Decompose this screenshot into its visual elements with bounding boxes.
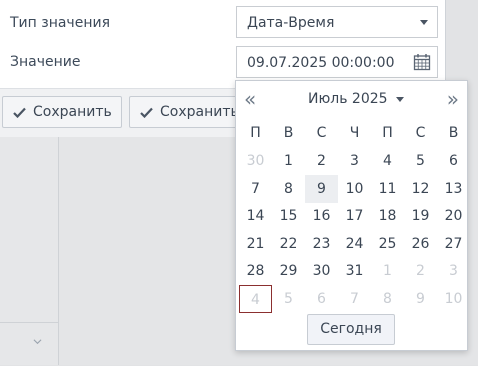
day-cell[interactable]: 15 xyxy=(272,202,305,230)
save-and-close-button-label: Сохранить xyxy=(160,104,239,120)
caret-down-icon[interactable] xyxy=(396,97,404,102)
type-select[interactable]: Дата-Время xyxy=(236,6,438,38)
today-button[interactable]: Сегодня xyxy=(307,314,395,345)
calendar-icon[interactable] xyxy=(413,53,431,71)
day-cell[interactable]: 29 xyxy=(272,257,305,285)
weekday-label: В xyxy=(448,125,459,141)
day-cell[interactable]: 8 xyxy=(371,285,404,313)
day-cell[interactable]: 14 xyxy=(239,202,272,230)
background-side-panel-footer xyxy=(0,322,58,366)
save-button[interactable]: Сохранить xyxy=(2,96,122,128)
day-cell[interactable]: 22 xyxy=(272,230,305,258)
datepicker-header: « Июль 2025 » xyxy=(236,81,467,119)
day-cell[interactable]: 2 xyxy=(305,147,338,175)
weekday-label: В xyxy=(283,125,294,141)
day-cell[interactable]: 26 xyxy=(404,230,437,258)
chevron-down-icon[interactable] xyxy=(33,337,42,346)
day-cell[interactable]: 6 xyxy=(437,147,470,175)
day-cell-today[interactable]: 4 xyxy=(239,284,272,313)
weekday-label: Ч xyxy=(349,125,360,141)
day-cell[interactable]: 12 xyxy=(404,175,437,203)
day-cell[interactable]: 13 xyxy=(437,175,470,203)
day-cell-selected[interactable]: 9 xyxy=(305,174,338,203)
day-cell[interactable]: 7 xyxy=(338,285,371,313)
day-cell[interactable]: 25 xyxy=(371,230,404,258)
caret-down-icon xyxy=(420,20,428,25)
day-cell[interactable]: 23 xyxy=(305,230,338,258)
day-cell[interactable]: 19 xyxy=(404,202,437,230)
day-cell[interactable]: 5 xyxy=(404,147,437,175)
day-cell[interactable]: 6 xyxy=(305,285,338,313)
day-cell[interactable]: 3 xyxy=(338,147,371,175)
save-and-close-button[interactable]: Сохранить xyxy=(129,96,249,128)
day-cell[interactable]: 18 xyxy=(371,202,404,230)
day-cell[interactable]: 17 xyxy=(338,202,371,230)
day-cell[interactable]: 10 xyxy=(338,175,371,203)
day-cell[interactable]: 27 xyxy=(437,230,470,258)
day-cell[interactable]: 16 xyxy=(305,202,338,230)
datepicker-footer: Сегодня xyxy=(236,311,467,351)
next-month-button[interactable]: » xyxy=(447,88,459,110)
day-cell[interactable]: 7 xyxy=(239,175,272,203)
month-year-selector[interactable]: Июль 2025 xyxy=(308,91,388,107)
day-cell[interactable]: 1 xyxy=(371,257,404,285)
day-cell[interactable]: 8 xyxy=(272,175,305,203)
type-select-value: Дата-Время xyxy=(247,15,335,31)
day-cell[interactable]: 5 xyxy=(272,285,305,313)
weekday-label: С xyxy=(316,125,327,141)
day-cell[interactable]: 4 xyxy=(371,147,404,175)
datetime-input[interactable]: 09.07.2025 00:00:00 xyxy=(236,46,438,78)
weekday-label: С xyxy=(415,125,426,141)
value-label: Значение xyxy=(10,54,81,70)
day-cell[interactable]: 9 xyxy=(404,285,437,313)
checkmark-icon xyxy=(13,107,26,118)
day-cell[interactable]: 11 xyxy=(371,175,404,203)
weekday-label: П xyxy=(382,125,393,141)
type-label: Тип значения xyxy=(10,15,110,31)
day-cell[interactable]: 24 xyxy=(338,230,371,258)
day-cell[interactable]: 1 xyxy=(272,147,305,175)
day-cell[interactable]: 21 xyxy=(239,230,272,258)
save-button-label: Сохранить xyxy=(33,104,112,120)
weekday-header-row: ПВСЧПСВ xyxy=(239,122,469,144)
day-cell[interactable]: 3 xyxy=(437,257,470,285)
day-cell[interactable]: 2 xyxy=(404,257,437,285)
day-cell[interactable]: 10 xyxy=(437,285,470,313)
datetime-input-value: 09.07.2025 00:00:00 xyxy=(247,55,395,71)
datepicker-popup: « Июль 2025 » ПВСЧПСВ 30 1 2 3 4 5 6 7 8 9 10 11 12 1… xyxy=(235,80,468,351)
day-cell[interactable]: 30 xyxy=(305,257,338,285)
day-cell[interactable]: 30 xyxy=(239,147,272,175)
day-cell[interactable]: 20 xyxy=(437,202,470,230)
prev-month-button[interactable]: « xyxy=(244,88,256,110)
weekday-label: П xyxy=(250,125,261,141)
day-cell[interactable]: 28 xyxy=(239,257,272,285)
checkmark-icon xyxy=(140,107,153,118)
day-cell[interactable]: 31 xyxy=(338,257,371,285)
